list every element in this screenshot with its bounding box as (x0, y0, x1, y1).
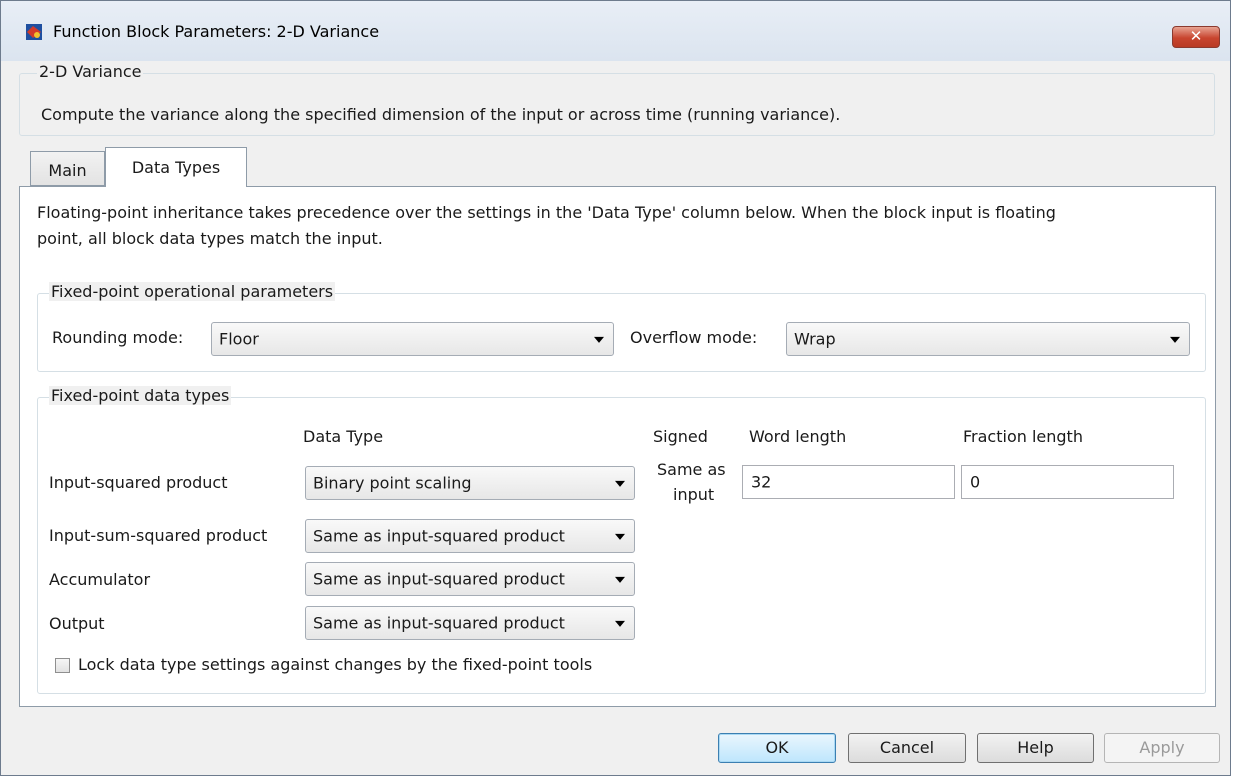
cancel-button[interactable]: Cancel (848, 733, 966, 763)
accumulator-type-value: Same as input-squared product (313, 569, 565, 589)
signed-value-line2: input (673, 485, 715, 504)
word-length-value: 32 (751, 472, 772, 492)
inheritance-note-line2: point, all block data types match the in… (37, 229, 383, 248)
row-label-input-squared: Input-squared product (49, 473, 228, 492)
simulink-app-icon (26, 24, 42, 40)
apply-button[interactable]: Apply (1104, 733, 1220, 763)
chevron-down-icon (615, 620, 625, 627)
dialog-window: Function Block Parameters: 2-D Variance … (0, 0, 1231, 776)
row-label-input-sum-squared: Input-sum-squared product (49, 526, 268, 545)
header-signed: Signed (653, 427, 708, 446)
chevron-down-icon (615, 533, 625, 540)
chevron-down-icon (615, 480, 625, 487)
row-label-output: Output (49, 614, 105, 633)
header-word-length: Word length (749, 427, 847, 446)
output-type-select[interactable]: Same as input-squared product (305, 606, 635, 640)
overflow-mode-label: Overflow mode: (630, 328, 758, 347)
block-group-label: 2-D Variance (37, 62, 144, 81)
signed-value-line1: Same as (657, 460, 726, 479)
window-title: Function Block Parameters: 2-D Variance (53, 22, 380, 41)
input-squared-type-select[interactable]: Binary point scaling (305, 466, 635, 500)
output-type-value: Same as input-squared product (313, 613, 565, 633)
lock-data-types-label[interactable]: Lock data type settings against changes … (78, 655, 592, 674)
rounding-mode-select[interactable]: Floor (211, 322, 614, 356)
word-length-input[interactable]: 32 (742, 465, 955, 499)
close-button[interactable]: ✕ (1172, 26, 1220, 48)
rounding-mode-value: Floor (219, 329, 259, 349)
fraction-length-input[interactable]: 0 (961, 465, 1174, 499)
input-squared-type-value: Binary point scaling (313, 473, 472, 493)
overflow-mode-select[interactable]: Wrap (786, 322, 1190, 356)
operational-params-label: Fixed-point operational parameters (49, 282, 336, 301)
overflow-mode-value: Wrap (794, 329, 836, 349)
tab-data-types-label: Data Types (131, 158, 221, 177)
header-fraction-length: Fraction length (963, 427, 1083, 446)
fraction-length-value: 0 (970, 472, 981, 492)
rounding-mode-label: Rounding mode: (52, 328, 184, 347)
inheritance-note-line1: Floating-point inheritance takes precede… (37, 203, 1056, 222)
lock-data-types-checkbox[interactable] (55, 658, 70, 673)
help-button[interactable]: Help (977, 733, 1094, 763)
chevron-down-icon (594, 336, 604, 343)
close-icon: ✕ (1189, 27, 1203, 45)
chevron-down-icon (615, 576, 625, 583)
tab-main[interactable]: Main (30, 151, 105, 186)
block-description: Compute the variance along the specified… (41, 105, 841, 124)
input-sum-squared-type-select[interactable]: Same as input-squared product (305, 519, 635, 553)
tab-main-label: Main (48, 161, 87, 180)
title-bar[interactable]: Function Block Parameters: 2-D Variance … (1, 1, 1230, 61)
input-sum-squared-type-value: Same as input-squared product (313, 526, 565, 546)
ok-button[interactable]: OK (718, 733, 836, 763)
chevron-down-icon (1170, 336, 1180, 343)
header-data-type: Data Type (303, 427, 384, 446)
fixed-types-label: Fixed-point data types (49, 386, 232, 405)
row-label-accumulator: Accumulator (49, 570, 151, 589)
accumulator-type-select[interactable]: Same as input-squared product (305, 562, 635, 596)
tab-data-types[interactable]: Data Types (105, 147, 247, 187)
